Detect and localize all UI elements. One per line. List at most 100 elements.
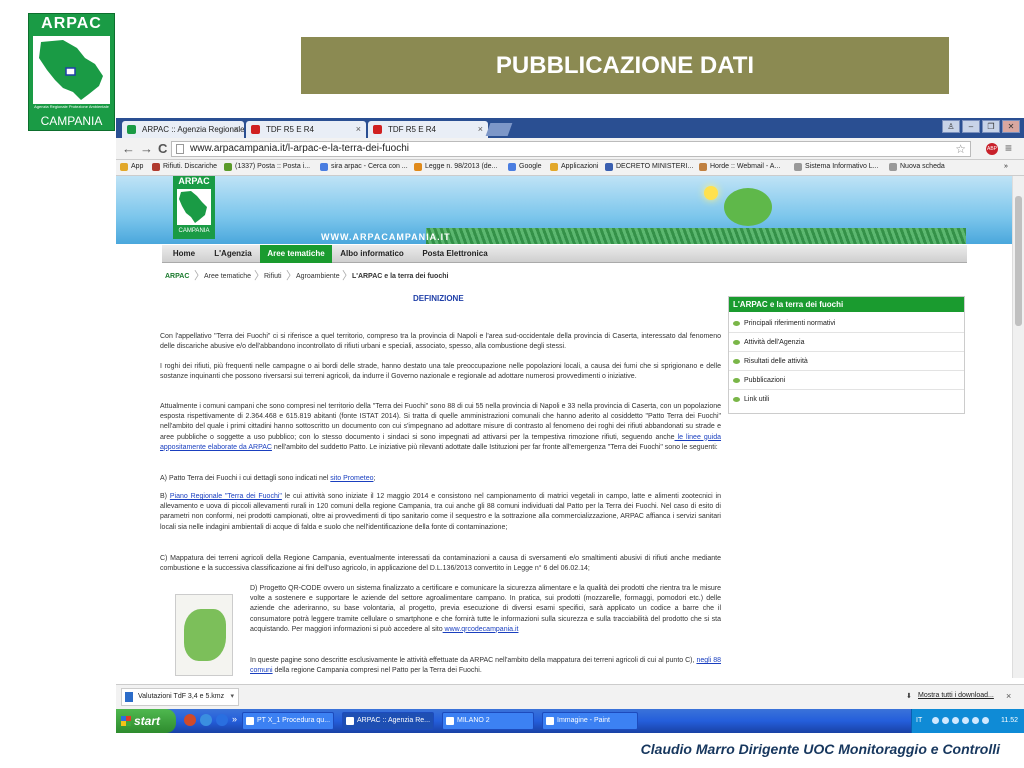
windows-logo-icon [121,716,131,726]
bookmark-rifiuti[interactable]: Rifiuti. Discariche [152,163,217,171]
arpac-logo: ARPAC Agenzia Regionale Protezione Ambie… [28,13,115,131]
site-logo-title: ARPAC [178,176,210,186]
site-logo[interactable]: ARPAC CAMPANIA [173,176,215,239]
paragraph-text: della regione Campania compresi nel Patt… [272,667,482,675]
bookmark-sira[interactable]: sira arpac - Cerca con ... [320,163,408,171]
logo-region: CAMPANIA [40,114,103,128]
taskbar-item-pt[interactable]: PT X_1 Procedura qu... [242,712,334,730]
media-player-icon[interactable] [184,714,196,726]
tray-icon[interactable] [942,717,949,724]
nav-aree-tematiche[interactable]: Aree tematiche [260,245,332,263]
forward-button[interactable]: → [140,141,153,156]
sidebar-item-link-utili[interactable]: Link utili [729,390,964,409]
sidebar-item-risultati[interactable]: Risultati delle attività [729,352,964,371]
sun-icon [704,186,718,200]
new-tab-button[interactable] [485,123,513,136]
tab-tdf-1[interactable]: TDF R5 E R4 × [246,121,366,138]
minimize-button[interactable]: – [962,120,980,133]
qrcode-link[interactable]: www.qrcodecampania.it [443,626,519,633]
reload-button[interactable]: C [158,141,167,156]
arpac-favicon-icon [127,125,136,134]
address-bar: ← → C www.arpacampania.it/l-arpac-e-la-t… [116,138,1024,160]
slide-title: PUBBLICAZIONE DATI [301,37,949,94]
breadcrumb-agroambiente[interactable]: Agroambiente [296,273,340,280]
adblock-icon[interactable]: ABP [986,143,998,155]
nav-posta-elettronica[interactable]: Posta Elettronica [414,245,496,263]
user-icon[interactable]: ♙ [942,120,960,133]
sito-prometeo-link[interactable]: sito Prometeo [330,475,373,482]
nav-albo-informatico[interactable]: Albo informatico [332,245,412,263]
explorer-icon[interactable] [216,714,228,726]
url-input[interactable]: www.arpacampania.it/l-arpac-e-la-terra-d… [171,141,971,157]
close-window-button[interactable]: ✕ [1002,120,1020,133]
bookmark-star-icon[interactable]: ☆ [955,142,966,156]
paragraph-text: In queste pagine sono descritte esclusiv… [250,657,697,664]
bookmark-sistema[interactable]: Sistema Informativo L... [794,163,879,171]
language-indicator[interactable]: IT [916,717,922,724]
tab-arpac[interactable]: ARPAC :: Agenzia Regionale × [122,121,244,138]
breadcrumb-arpac[interactable]: ARPAC [165,273,189,280]
piano-regionale-link[interactable]: Piano Regionale "Terra dei Fuochi" [170,493,282,500]
content-title: DEFINIZIONE [413,294,464,303]
maximize-button[interactable]: ❐ [982,120,1000,133]
close-icon[interactable]: × [356,121,361,138]
tray-icon[interactable] [952,717,959,724]
breadcrumb-rifiuti[interactable]: Rifiuti [264,273,282,280]
windows-taskbar: start » PT X_1 Procedura qu... ARPAC :: … [116,709,1024,733]
chevron-down-icon[interactable]: ▾ [230,689,234,705]
tab-tdf-2[interactable]: TDF R5 E R4 × [368,121,488,138]
taskbar-item-milano[interactable]: MILANO 2 [442,712,534,730]
page-icon [794,163,802,171]
leaf-bullet-icon [733,378,740,383]
tray-icon[interactable] [932,717,939,724]
close-icon[interactable]: × [234,121,239,138]
menu-icon[interactable]: ≡ [1005,141,1012,155]
tray-icon[interactable] [982,717,989,724]
nav-home[interactable]: Home [162,245,206,263]
sidebar-item-label: Link utili [744,396,770,403]
download-item[interactable]: Valutazioni TdF 3,4 e 5.kmz ▾ [121,688,239,706]
sidebar-item-label: Principali riferimenti normativi [744,320,836,327]
bookmark-label: (1337) Posta :: Posta i... [235,163,311,170]
bookmark-horde[interactable]: Horde :: Webmail - A... [699,163,780,171]
map-pin-favicon-icon [251,125,260,134]
bookmark-apps[interactable]: App [120,163,143,171]
bookmark-applicazioni[interactable]: Applicazioni [550,163,598,171]
vertical-scrollbar[interactable] [1012,176,1024,678]
paragraph-text: A) Patto Terra dei Fuochi i cui dettagli… [160,475,331,482]
breadcrumb-aree-tematiche[interactable]: Aree tematiche [204,273,251,280]
tray-icon[interactable] [972,717,979,724]
google-icon [320,163,328,171]
bookmark-posta[interactable]: (1337) Posta :: Posta i... [224,163,311,171]
sidebar-item-pubblicazioni[interactable]: Pubblicazioni [729,371,964,390]
map-pin-favicon-icon [373,125,382,134]
start-button[interactable]: start [116,709,176,733]
close-icon[interactable]: × [1006,691,1011,701]
back-button[interactable]: ← [122,141,135,156]
paragraph-intro: Con l'appellativo "Terra dei Fuochi" ci … [160,333,721,351]
bookmark-decreto[interactable]: DECRETO MINISTERI... [605,163,693,171]
breadcrumb-current: L'ARPAC e la terra dei fuochi [352,273,449,280]
quick-launch-expand[interactable]: » [232,714,237,724]
taskbar-item-arpac[interactable]: ARPAC :: Agenzia Re... [342,712,434,730]
campania-map-icon [177,189,211,225]
tray-icon[interactable] [962,717,969,724]
nav-agenzia[interactable]: L'Agenzia [206,245,260,263]
bookmark-label: Legge n. 98/2013 (de... [425,163,498,170]
sidebar-item-riferimenti[interactable]: Principali riferimenti normativi [729,314,964,333]
more-bookmarks-button[interactable]: » [1004,163,1008,170]
scrollbar-thumb[interactable] [1015,196,1022,326]
paragraph-comuni: Attualmente i comuni campani che sono co… [160,402,721,453]
show-all-downloads-link[interactable]: ⬇ Mostra tutti i download... [906,692,994,700]
bookmark-nuova-scheda[interactable]: Nuova scheda [889,163,945,171]
sidebar-item-attivita[interactable]: Attività dell'Agenzia [729,333,964,352]
taskbar-item-paint[interactable]: Immagine - Paint [542,712,638,730]
bookmark-google[interactable]: Google [508,163,542,171]
tree-icon [724,188,772,226]
clock[interactable]: 11.52 [1001,717,1018,724]
document-icon [246,717,254,725]
bookmark-label: Google [519,163,542,170]
browser-icon[interactable] [200,714,212,726]
close-icon[interactable]: × [478,121,483,138]
bookmark-legge[interactable]: Legge n. 98/2013 (de... [414,163,498,171]
